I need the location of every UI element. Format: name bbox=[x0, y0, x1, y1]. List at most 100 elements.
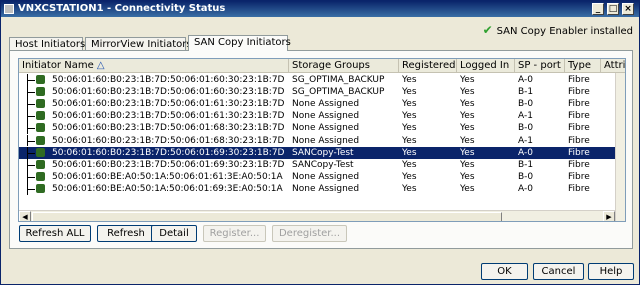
table-row[interactable]: 50:06:01:60:B0:23:1B:7D:50:06:01:60:30:2… bbox=[19, 74, 615, 86]
table-cell: A-1 bbox=[518, 111, 533, 122]
tree-connector bbox=[23, 134, 49, 147]
table-cell: Yes bbox=[460, 87, 475, 98]
scrollbar-thumb[interactable] bbox=[32, 212, 502, 221]
table-row[interactable]: 50:06:01:60:B0:23:1B:7D:50:06:01:60:30:2… bbox=[19, 86, 615, 99]
table-cell: A-1 bbox=[518, 135, 533, 146]
table-row[interactable]: 50:06:01:60:B0:23:1B:7D:50:06:01:61:30:2… bbox=[19, 110, 615, 123]
tab-host-initiators[interactable]: Host Initiators bbox=[9, 37, 85, 51]
refresh-all-button[interactable]: Refresh ALL bbox=[19, 225, 91, 242]
tree-connector bbox=[23, 170, 49, 183]
tab-san-copy-initiators[interactable]: SAN Copy Initiators bbox=[188, 35, 291, 51]
minimize-button[interactable]: _ bbox=[592, 3, 604, 15]
table-cell: 50:06:01:60:B0:23:1B:7D:50:06:01:68:30:2… bbox=[52, 135, 285, 146]
table-cell: Yes bbox=[402, 87, 417, 98]
table-cell: 50:06:01:60:BE:A0:50:1A:50:06:01:61:3E:A… bbox=[52, 171, 283, 182]
register-button[interactable]: Register... bbox=[203, 225, 266, 242]
col-header-sp-port[interactable]: SP - port bbox=[515, 59, 565, 73]
table-cell: Yes bbox=[402, 159, 417, 170]
initiator-node-icon bbox=[36, 135, 45, 145]
tree-connector bbox=[23, 110, 49, 123]
tree-connector bbox=[23, 146, 49, 159]
table-cell: SANCopy-Test bbox=[292, 159, 354, 170]
detail-button[interactable]: Detail bbox=[151, 225, 197, 242]
table-cell: 50:06:01:60:B0:23:1B:7D:50:06:01:69:30:2… bbox=[52, 159, 285, 170]
table-cell: Fibre bbox=[568, 75, 590, 85]
table-cell: None Assigned bbox=[292, 111, 360, 122]
col-header-initiator-name[interactable]: Initiator Name △ bbox=[19, 59, 289, 73]
deregister-button[interactable]: Deregister... bbox=[272, 225, 347, 242]
table-cell: Yes bbox=[460, 111, 475, 122]
table-cell: B-0 bbox=[518, 99, 534, 110]
col-header-type[interactable]: Type bbox=[565, 59, 601, 73]
table-cell: 50:06:01:60:B0:23:1B:7D:50:06:01:60:30:2… bbox=[52, 75, 285, 85]
table-row[interactable]: 50:06:01:60:BE:A0:50:1A:50:06:01:61:3E:A… bbox=[19, 170, 615, 183]
table-cell: Fibre bbox=[568, 123, 590, 134]
scroll-right-icon[interactable]: ▶ bbox=[603, 211, 615, 221]
table-cell: Fibre bbox=[568, 87, 590, 98]
tab-mirrorview-initiators[interactable]: MirrorView Initiators bbox=[85, 37, 192, 51]
table-cell: SANCopy-Test bbox=[292, 147, 354, 158]
table-cell: 50:06:01:60:B0:23:1B:7D:50:06:01:61:30:2… bbox=[52, 99, 285, 110]
table-cell: 50:06:01:60:B0:23:1B:7D:50:06:01:68:30:2… bbox=[52, 123, 285, 134]
table-cell: None Assigned bbox=[292, 135, 360, 146]
close-button[interactable]: × bbox=[622, 3, 634, 15]
initiator-node-icon bbox=[36, 147, 45, 157]
table-row[interactable]: 50:06:01:60:B0:23:1B:7D:50:06:01:68:30:2… bbox=[19, 134, 615, 147]
app-icon bbox=[4, 4, 14, 14]
maximize-button[interactable]: □ bbox=[607, 3, 619, 15]
initiator-node-icon bbox=[36, 183, 45, 193]
table-row[interactable]: 50:06:01:60:B0:23:1B:7D:50:06:01:69:30:2… bbox=[19, 145, 616, 160]
table-cell: Yes bbox=[460, 183, 475, 194]
table-cell: 50:06:01:60:B0:23:1B:7D:50:06:01:61:30:2… bbox=[52, 111, 285, 122]
table-cell: A-0 bbox=[518, 147, 533, 158]
table-row[interactable]: 50:06:01:60:B0:23:1B:7D:50:06:01:61:30:2… bbox=[19, 98, 615, 111]
col-header-registered[interactable]: Registered bbox=[399, 59, 457, 73]
table-cell: None Assigned bbox=[292, 183, 360, 194]
initiators-table: Initiator Name △ Storage Groups Register… bbox=[18, 58, 626, 222]
col-header-attrib[interactable]: Attrib bbox=[601, 59, 625, 73]
table-cell: SG_OPTIMA_BACKUP bbox=[292, 75, 385, 85]
refresh-button[interactable]: Refresh bbox=[97, 225, 155, 242]
table-cell: B-1 bbox=[518, 87, 534, 98]
tree-connector bbox=[23, 74, 49, 86]
table-cell: None Assigned bbox=[292, 171, 360, 182]
table-cell: Fibre bbox=[568, 159, 590, 170]
col-header-logged-in[interactable]: Logged In bbox=[457, 59, 515, 73]
initiator-node-icon bbox=[36, 87, 45, 97]
table-cell: Yes bbox=[460, 123, 475, 134]
table-cell: 50:06:01:60:B0:23:1B:7D:50:06:01:69:30:2… bbox=[52, 147, 285, 158]
table-cell: Yes bbox=[402, 111, 417, 122]
table-cell: B-0 bbox=[518, 171, 534, 182]
ok-button[interactable]: OK bbox=[481, 263, 528, 280]
table-cell: Fibre bbox=[568, 147, 590, 158]
cancel-button[interactable]: Cancel bbox=[533, 263, 584, 280]
table-row[interactable]: 50:06:01:60:BE:A0:50:1A:50:06:01:69:3E:A… bbox=[19, 182, 615, 195]
horizontal-scrollbar[interactable]: ◀ ▶ bbox=[19, 210, 615, 221]
check-icon: ✔ bbox=[482, 23, 493, 37]
col-header-storage-groups[interactable]: Storage Groups bbox=[289, 59, 399, 73]
table-cell: Yes bbox=[402, 123, 417, 134]
initiator-node-icon bbox=[36, 171, 45, 181]
table-cell: Yes bbox=[402, 99, 417, 110]
initiator-node-icon bbox=[36, 75, 45, 84]
table-cell: A-0 bbox=[518, 75, 533, 85]
tree-connector bbox=[23, 98, 49, 111]
table-cell: B-1 bbox=[518, 159, 534, 170]
table-cell: Fibre bbox=[568, 171, 590, 182]
help-button[interactable]: Help bbox=[588, 263, 634, 280]
table-cell: None Assigned bbox=[292, 99, 360, 110]
initiator-node-icon bbox=[36, 123, 45, 133]
table-row[interactable]: 50:06:01:60:B0:23:1B:7D:50:06:01:68:30:2… bbox=[19, 122, 615, 135]
table-cell: 50:06:01:60:BE:A0:50:1A:50:06:01:69:3E:A… bbox=[52, 183, 283, 194]
table-cell: Yes bbox=[460, 147, 475, 158]
title-bar[interactable]: VNXCSTATION1 - Connectivity Status _ □ × bbox=[1, 1, 639, 17]
connectivity-status-window: VNXCSTATION1 - Connectivity Status _ □ ×… bbox=[0, 0, 640, 285]
scroll-left-icon[interactable]: ◀ bbox=[19, 211, 31, 221]
table-row[interactable]: 50:06:01:60:B0:23:1B:7D:50:06:01:69:30:2… bbox=[19, 158, 615, 171]
table-cell: Yes bbox=[402, 147, 417, 158]
initiator-node-icon bbox=[36, 111, 45, 121]
tab-panel: Initiator Name △ Storage Groups Register… bbox=[9, 50, 633, 249]
table-cell: Yes bbox=[402, 183, 417, 194]
table-cell: Fibre bbox=[568, 135, 590, 146]
vertical-scrollbar-track bbox=[615, 73, 625, 221]
